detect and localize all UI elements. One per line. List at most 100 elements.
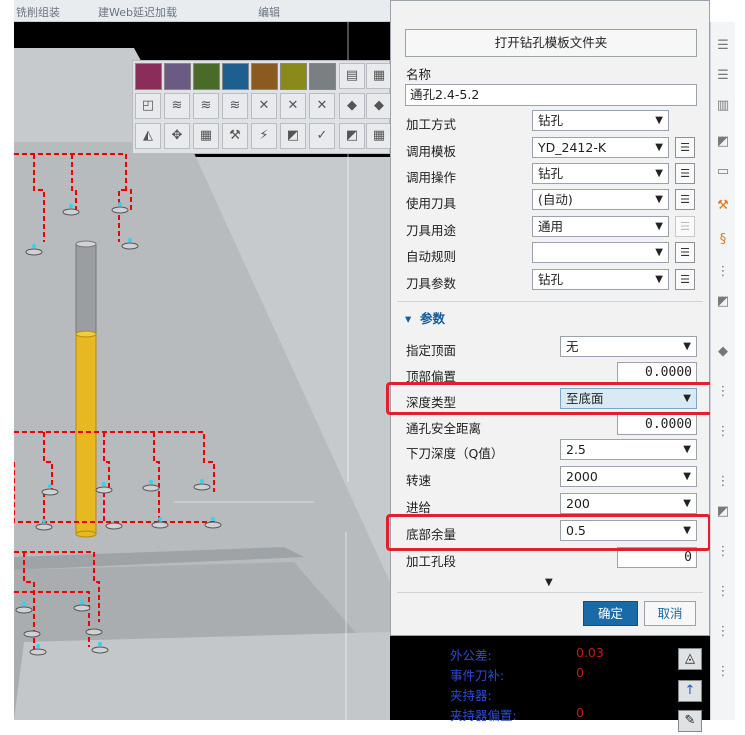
grid-icon[interactable]: ▦ (193, 123, 219, 149)
open-template-folder-button[interactable]: 打开钻孔模板文件夹 (405, 29, 697, 57)
erase-icon[interactable]: ✕ (280, 93, 306, 119)
cube-icon[interactable]: ◩ (339, 123, 365, 149)
color-swatch-2[interactable] (164, 63, 191, 90)
toolbar-text-left[interactable]: 铣削组装 (16, 4, 60, 20)
list-icon[interactable]: ☰ (675, 137, 695, 158)
cube-icon[interactable]: ◩ (713, 502, 733, 522)
info-key: 夹持器: (450, 688, 492, 703)
dots-icon[interactable]: ⋮ (713, 622, 733, 642)
erase-icon[interactable]: ✕ (251, 93, 277, 119)
drilling-dialog: 打开钻孔模板文件夹 名称 通孔2.4-5.2 加工方式 钻孔 ▼ 调用模板 YD_… (386, 0, 719, 636)
expand-chevron-icon[interactable]: ▼ (545, 577, 553, 588)
tool-select[interactable]: (自动) ▼ (532, 189, 669, 210)
dots-icon[interactable]: ⋮ (713, 382, 733, 402)
dots-icon[interactable]: ⋮ (713, 262, 733, 282)
field-label: 加工方式 (406, 117, 457, 132)
dots-icon[interactable]: ⋮ (713, 662, 733, 682)
info-value: 0.03 (576, 645, 604, 660)
stack-icon[interactable]: ≋ (222, 93, 248, 119)
ok-button[interactable]: 确定 (583, 601, 638, 626)
field-label: 调用模板 (406, 144, 457, 159)
dim-icon[interactable]: ▦ (366, 63, 392, 89)
ruler-icon[interactable]: ▥ (713, 96, 733, 116)
color-swatch-5[interactable] (251, 63, 278, 90)
toolbar-text-mid[interactable]: 建Web延迟加载 (98, 4, 177, 20)
color-swatch-1[interactable] (135, 63, 162, 90)
info-panel: 外公差: 0.03 事件刀补: 0 夹持器: 夹持器偏置: 0 (390, 636, 670, 723)
dots-icon[interactable]: ⋮ (713, 472, 733, 492)
speed-select[interactable]: 2000 ▼ (560, 466, 697, 487)
divider (397, 301, 703, 302)
drill-tool-flute (75, 333, 97, 535)
lightning-icon[interactable]: ⚡ (251, 123, 277, 149)
color-swatch-6[interactable] (280, 63, 307, 90)
field-label: 刀具参数 (406, 276, 457, 291)
list-icon: ☰ (675, 216, 695, 237)
field-label: 自动规则 (406, 249, 457, 264)
top-face-label: 指定顶面 (406, 343, 457, 358)
safe-distance-input[interactable]: 0.0000 (617, 414, 697, 435)
template-select[interactable]: YD_2412-K ▼ (532, 137, 669, 158)
app-toolbar-strip: 铣削组装 建Web延迟加载 编辑 (14, 0, 390, 22)
field-label: 使用刀具 (406, 196, 457, 211)
dots-icon[interactable]: ⋮ (713, 422, 733, 442)
layers-icon[interactable]: ☰ (713, 36, 733, 56)
list-icon[interactable]: ☰ (675, 242, 695, 263)
step-depth-label: 下刀深度（Q值） (406, 446, 504, 461)
edit-icon[interactable]: ✎ (678, 710, 702, 732)
layer-icon[interactable]: ▤ (339, 63, 365, 89)
info-value: 0 (576, 705, 584, 720)
tool-icon[interactable]: ⚒ (222, 123, 248, 149)
step-depth-select[interactable]: 2.5 ▼ (560, 439, 697, 460)
info-value: 0 (576, 665, 584, 680)
safe-distance-label: 通孔安全距离 (406, 421, 482, 436)
field-label: 刀具用途 (406, 223, 457, 238)
cube-icon[interactable]: ◩ (280, 123, 306, 149)
top-offset-input[interactable]: 0.0000 (617, 362, 697, 383)
cylinder-icon[interactable]: ◭ (135, 123, 161, 149)
stack-icon[interactable]: ≋ (164, 93, 190, 119)
spring-icon[interactable]: § (713, 230, 733, 250)
machining-method-select[interactable]: 钻孔 ▼ (532, 110, 669, 131)
tool-params-select[interactable]: 钻孔 ▼ (532, 269, 669, 290)
cube-icon[interactable]: ◩ (713, 292, 733, 312)
shape-icon[interactable]: ◆ (713, 342, 733, 362)
divider (397, 592, 703, 593)
cube-icon[interactable]: ◩ (713, 132, 733, 152)
shape-icon[interactable]: ◆ (339, 93, 365, 119)
color-swatch-7[interactable] (309, 63, 336, 90)
panel-icon[interactable]: ▭ (713, 162, 733, 182)
auto-rule-select[interactable]: ▼ (532, 242, 669, 263)
color-swatch-4[interactable] (222, 63, 249, 90)
operation-select[interactable]: 钻孔 ▼ (532, 163, 669, 184)
dots-icon[interactable]: ⋮ (713, 582, 733, 602)
params-section-header[interactable]: ▾ 参数 (405, 308, 445, 327)
list-icon[interactable]: ☰ (675, 269, 695, 290)
check-icon[interactable]: ✓ (309, 123, 335, 149)
shape-icon[interactable]: ◆ (366, 93, 392, 119)
dots-icon[interactable]: ⋮ (713, 542, 733, 562)
field-label: 调用操作 (406, 170, 457, 185)
stack-icon[interactable]: ≋ (193, 93, 219, 119)
tool-usage-select[interactable]: 通用 ▼ (532, 216, 669, 237)
grid-icon[interactable]: ▦ (366, 123, 392, 149)
top-face-select[interactable]: 无 ▼ (560, 336, 697, 357)
color-swatch-3[interactable] (193, 63, 220, 90)
arrow-up-icon[interactable]: ↑ (678, 680, 702, 702)
name-label: 名称 (406, 67, 432, 82)
info-key: 夹持器偏置: (450, 708, 517, 723)
layers-icon[interactable]: ☰ (713, 66, 733, 86)
tool-icon[interactable]: ⚒ (713, 196, 733, 216)
feed-select[interactable]: 200 ▼ (560, 493, 697, 514)
highlight-box (386, 382, 719, 415)
move-icon[interactable]: ✥ (164, 123, 190, 149)
list-icon[interactable]: ☰ (675, 189, 695, 210)
toolbar-text-right[interactable]: 编辑 (258, 4, 280, 20)
view-icon[interactable]: ◰ (135, 93, 161, 119)
hole-icon[interactable]: ◬ (678, 648, 702, 670)
info-key: 外公差: (450, 648, 492, 663)
list-icon[interactable]: ☰ (675, 163, 695, 184)
name-input[interactable]: 通孔2.4-5.2 (405, 84, 697, 106)
cancel-button[interactable]: 取消 (644, 601, 696, 626)
erase-icon[interactable]: ✕ (309, 93, 335, 119)
